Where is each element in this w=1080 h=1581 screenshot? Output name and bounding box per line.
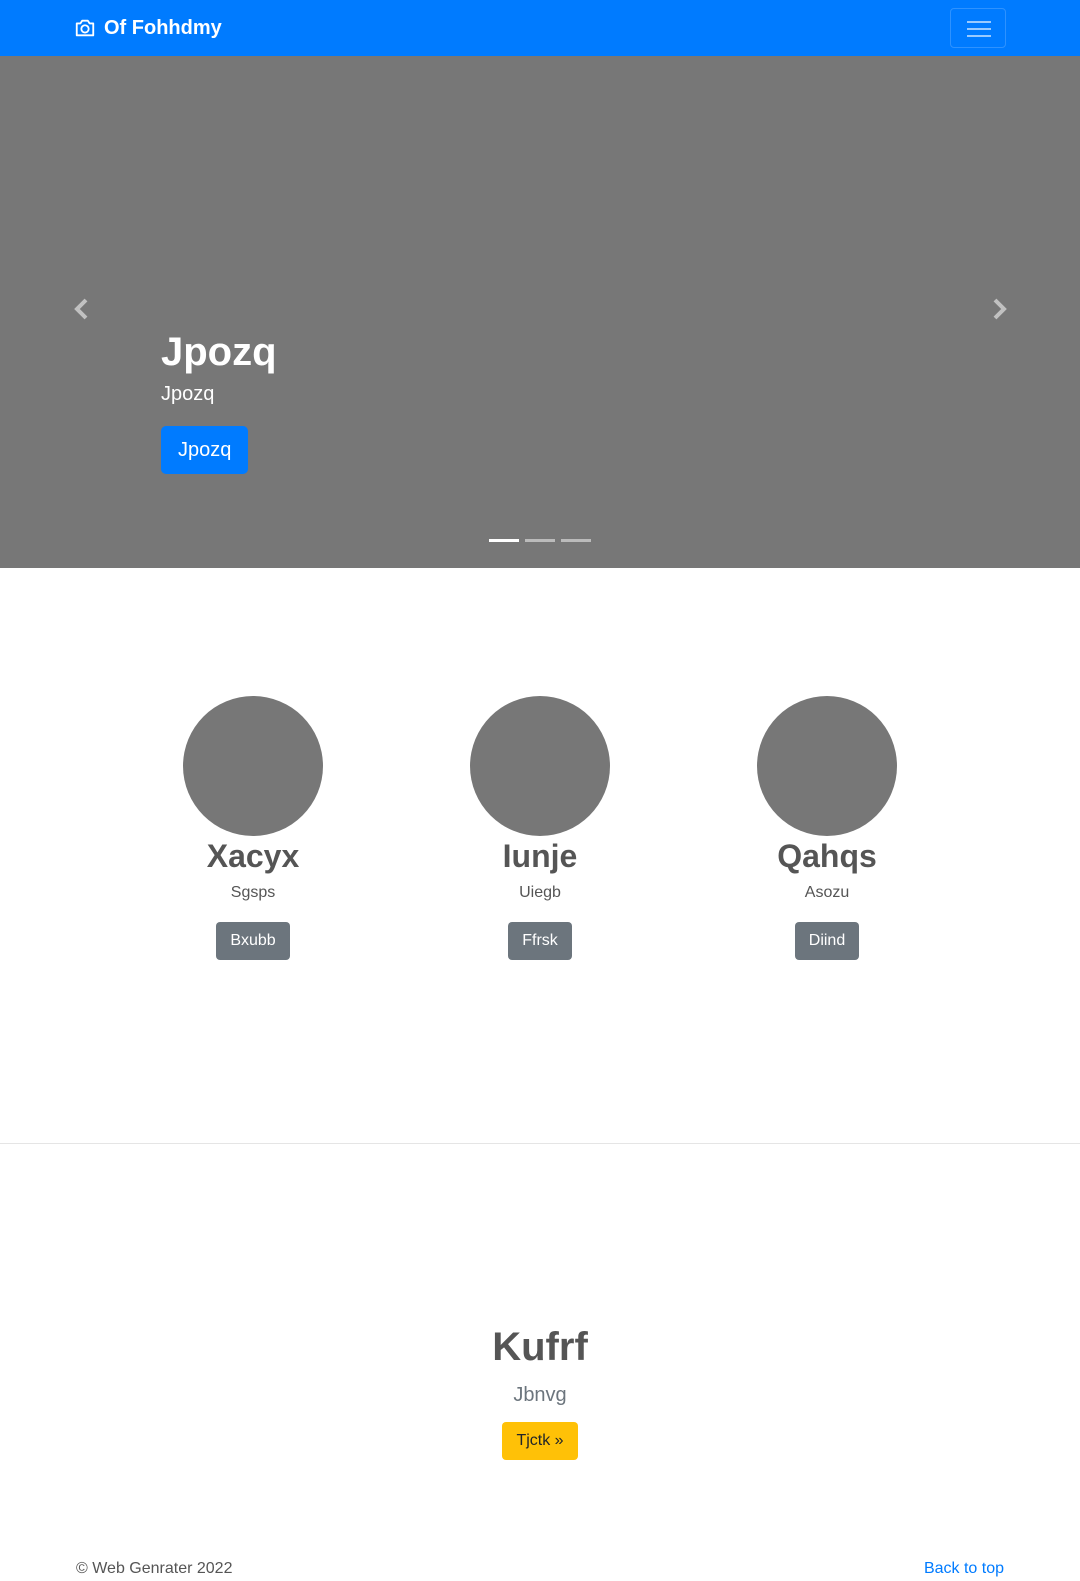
feature-column: Xacyx Sgsps Bxubb — [143, 696, 363, 960]
carousel-indicator-3[interactable] — [561, 539, 591, 542]
hero-carousel: Jpozq Jpozq Jpozq — [0, 56, 1080, 568]
footer: © Web Genrater 2022 Back to top — [0, 1558, 1080, 1580]
jumbotron: Kufrf Jbnvg Tjctk » — [0, 1320, 1080, 1460]
feature-button[interactable]: Bxubb — [216, 922, 290, 960]
carousel-indicator-2[interactable] — [525, 539, 555, 542]
carousel-indicators — [489, 539, 597, 542]
feature-column: Qahqs Asozu Diind — [717, 696, 937, 960]
carousel-text: Jpozq — [161, 383, 215, 405]
brand-name: Of Fohhdmy — [104, 16, 222, 39]
navbar-toggler-button[interactable] — [950, 8, 1006, 48]
carousel-cta-button[interactable]: Jpozq — [161, 426, 249, 474]
back-to-top-link[interactable]: Back to top — [924, 1558, 1004, 1580]
feature-button[interactable]: Ffrsk — [508, 922, 572, 960]
jumbotron-button[interactable]: Tjctk » — [502, 1422, 578, 1460]
feature-title: Xacyx — [206, 838, 300, 874]
feature-column: Iunje Uiegb Ffrsk — [430, 696, 650, 960]
feature-placeholder-image — [470, 696, 610, 836]
carousel-next-button[interactable] — [984, 294, 1014, 324]
jumbotron-text: Jbnvg — [513, 1384, 567, 1406]
feature-button[interactable]: Diind — [794, 922, 860, 960]
feature-placeholder-image — [183, 696, 323, 836]
feature-title: Iunje — [502, 838, 578, 874]
feature-text: Uiegb — [519, 884, 561, 901]
brand-link[interactable]: Of Fohhdmy — [74, 14, 222, 42]
footer-copyright: © Web Genrater 2022 — [76, 1560, 233, 1577]
navbar: Of Fohhdmy — [0, 0, 1080, 56]
feature-text: Asozu — [804, 884, 850, 901]
carousel-title: Jpozq — [161, 330, 277, 374]
carousel-caption: Jpozq Jpozq Jpozq — [161, 328, 277, 474]
camera-icon — [75, 19, 95, 37]
feature-placeholder-image — [757, 696, 897, 836]
section-divider — [0, 1143, 1080, 1144]
chevron-right-icon — [993, 298, 1007, 320]
carousel-prev-button[interactable] — [67, 294, 97, 324]
feature-title: Qahqs — [777, 838, 877, 874]
carousel-indicator-1[interactable] — [489, 539, 519, 542]
feature-text: Sgsps — [230, 884, 276, 901]
jumbotron-title: Kufrf — [492, 1325, 588, 1369]
hamburger-icon — [967, 21, 991, 37]
chevron-left-icon — [74, 298, 88, 320]
